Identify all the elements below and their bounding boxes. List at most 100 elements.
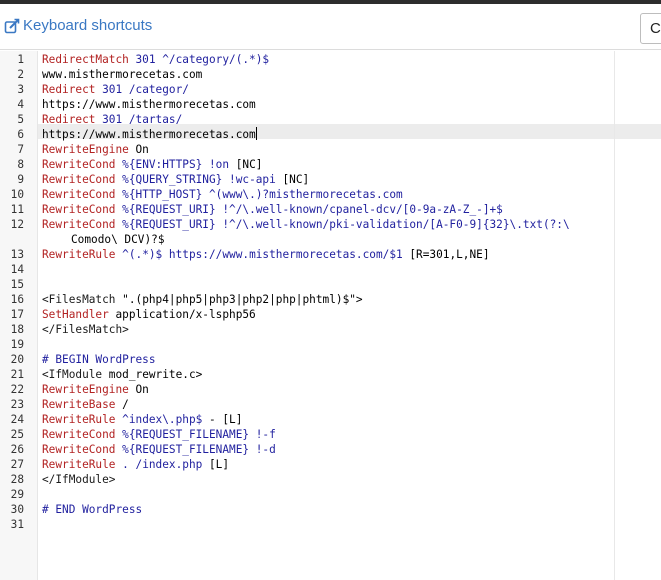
- line-number: 30: [10, 503, 24, 516]
- code-token: . /index.php: [115, 458, 203, 471]
- code-text[interactable]: RewriteEngine On: [42, 142, 612, 157]
- toolbar-right-button[interactable]: C: [640, 13, 661, 44]
- code-lines[interactable]: 1 RedirectMatch 301 ^/category/(.*)$ 2 www.…: [0, 52, 661, 532]
- code-token: RewriteCond: [42, 203, 116, 216]
- code-text[interactable]: RewriteRule ^index\.php$ - [L]: [42, 412, 612, 427]
- code-line[interactable]: 16 <FilesMatch ".(php4|php5|php3|php2|php…: [0, 292, 661, 307]
- code-token: Redirect: [42, 83, 96, 96]
- code-text[interactable]: # END WordPress: [42, 502, 612, 517]
- code-token: www.misthermorecetas.com: [42, 68, 203, 81]
- code-token: 301 ^/category/(.*)$: [128, 53, 270, 66]
- code-text[interactable]: <IfModule mod_rewrite.c>: [42, 367, 612, 382]
- code-text[interactable]: RewriteCond %{REQUEST_URI} !^/\.well-kno…: [42, 202, 612, 217]
- code-line[interactable]: 21 <IfModule mod_rewrite.c>: [0, 367, 661, 382]
- code-editor[interactable]: 1 RedirectMatch 301 ^/category/(.*)$ 2 www.…: [0, 51, 661, 580]
- code-line[interactable]: 19: [0, 337, 661, 352]
- line-number: 6: [17, 128, 24, 141]
- line-number: 11: [10, 203, 24, 216]
- code-token: <FilesMatch: [42, 293, 123, 306]
- code-line[interactable]: 14: [0, 262, 661, 277]
- code-line[interactable]: 6 https://www.misthermorecetas.com: [0, 127, 661, 142]
- code-text[interactable]: </FilesMatch>: [42, 322, 612, 337]
- code-token: %{REQUEST_URI} !^/\.well-known/pki-valid…: [115, 218, 570, 231]
- code-line[interactable]: 3 Redirect 301 /categor/: [0, 82, 661, 97]
- code-text[interactable]: RedirectMatch 301 ^/category/(.*)$: [42, 52, 612, 67]
- code-token: [R=301,L,NE]: [402, 248, 490, 261]
- line-number: 2: [17, 68, 24, 81]
- code-line[interactable]: 4 https://www.misthermorecetas.com: [0, 97, 661, 112]
- line-number: 13: [10, 248, 24, 261]
- code-text[interactable]: SetHandler application/x-lsphp56: [42, 307, 612, 322]
- code-token: RewriteRule: [42, 413, 116, 426]
- code-text[interactable]: # BEGIN WordPress: [42, 352, 612, 367]
- code-token: [NC]: [275, 173, 310, 186]
- code-line[interactable]: 20 # BEGIN WordPress: [0, 352, 661, 367]
- code-line[interactable]: 15: [0, 277, 661, 292]
- code-line[interactable]: 10 RewriteCond %{HTTP_HOST} ^(www\.)?mist…: [0, 187, 661, 202]
- code-line[interactable]: 31: [0, 517, 661, 532]
- code-token: mod_rewrite.c>: [108, 368, 203, 381]
- code-token: 301 /tartas/: [95, 113, 183, 126]
- code-token: %{QUERY_STRING} !wc-api: [115, 173, 276, 186]
- line-number: 27: [10, 458, 24, 471]
- code-token: </FilesMatch>: [42, 323, 129, 336]
- code-token: RewriteCond: [42, 158, 116, 171]
- code-token: On: [128, 143, 149, 156]
- code-text[interactable]: https://www.misthermorecetas.com: [42, 127, 612, 142]
- code-text[interactable]: RewriteRule ^(.*)$ https://www.misthermo…: [42, 247, 612, 262]
- code-line[interactable]: 24 RewriteRule ^index\.php$ - [L]: [0, 412, 661, 427]
- code-token: /: [115, 398, 129, 411]
- code-token: SetHandler: [42, 308, 109, 321]
- code-text[interactable]: RewriteBase /: [42, 397, 612, 412]
- line-number: 31: [10, 518, 24, 531]
- code-token: RewriteBase: [42, 398, 116, 411]
- code-text[interactable]: RewriteCond %{REQUEST_URI} !^/\.well-kno…: [42, 217, 612, 247]
- line-number: 10: [10, 188, 24, 201]
- code-line[interactable]: 13 RewriteRule ^(.*)$ https://www.misther…: [0, 247, 661, 262]
- code-line[interactable]: 23 RewriteBase /: [0, 397, 661, 412]
- code-line[interactable]: 25 RewriteCond %{REQUEST_FILENAME} !-f: [0, 427, 661, 442]
- code-token: RewriteCond: [42, 218, 116, 231]
- text-cursor: [255, 127, 257, 140]
- code-text[interactable]: <FilesMatch ".(php4|php5|php3|php2|php|p…: [42, 292, 612, 307]
- code-text[interactable]: </IfModule>: [42, 472, 612, 487]
- code-text[interactable]: RewriteCond %{HTTP_HOST} ^(www\.)?misthe…: [42, 187, 612, 202]
- code-line[interactable]: 27 RewriteRule . /index.php [L]: [0, 457, 661, 472]
- line-number: 9: [17, 173, 24, 186]
- code-text[interactable]: RewriteCond %{QUERY_STRING} !wc-api [NC]: [42, 172, 612, 187]
- code-text[interactable]: Redirect 301 /tartas/: [42, 112, 612, 127]
- code-text[interactable]: RewriteCond %{REQUEST_FILENAME} !-d: [42, 442, 612, 457]
- code-text[interactable]: https://www.misthermorecetas.com: [42, 97, 612, 112]
- line-number: 1: [17, 53, 24, 66]
- code-line[interactable]: 2 www.misthermorecetas.com: [0, 67, 661, 82]
- code-text[interactable]: RewriteCond %{ENV:HTTPS} !on [NC]: [42, 157, 612, 172]
- code-token: RewriteCond: [42, 188, 116, 201]
- code-text[interactable]: www.misthermorecetas.com: [42, 67, 612, 82]
- code-line[interactable]: 9 RewriteCond %{QUERY_STRING} !wc-api [NC…: [0, 172, 661, 187]
- code-line[interactable]: 5 Redirect 301 /tartas/: [0, 112, 661, 127]
- code-line[interactable]: 11 RewriteCond %{REQUEST_URI} !^/\.well-k…: [0, 202, 661, 217]
- code-line[interactable]: 8 RewriteCond %{ENV:HTTPS} !on [NC]: [0, 157, 661, 172]
- code-line[interactable]: 29: [0, 487, 661, 502]
- code-text[interactable]: RewriteRule . /index.php [L]: [42, 457, 612, 472]
- code-token: <IfModule: [42, 368, 109, 381]
- code-text[interactable]: RewriteCond %{REQUEST_FILENAME} !-f: [42, 427, 612, 442]
- code-line[interactable]: 22 RewriteEngine On: [0, 382, 661, 397]
- code-line[interactable]: 30 # END WordPress: [0, 502, 661, 517]
- code-line[interactable]: 12 RewriteCond %{REQUEST_URI} !^/\.well-k…: [0, 217, 661, 247]
- code-line[interactable]: 1 RedirectMatch 301 ^/category/(.*)$: [0, 52, 661, 67]
- code-line[interactable]: 18 </FilesMatch>: [0, 322, 661, 337]
- code-token: https://www.misthermorecetas.com: [42, 128, 256, 141]
- code-token: %{ENV:HTTPS} !on: [115, 158, 230, 171]
- line-number: 24: [10, 413, 24, 426]
- code-line[interactable]: 17 SetHandler application/x-lsphp56: [0, 307, 661, 322]
- code-token: %{REQUEST_FILENAME} !-d: [115, 443, 276, 456]
- keyboard-shortcuts-link[interactable]: Keyboard shortcuts: [4, 17, 152, 34]
- code-line[interactable]: 26 RewriteCond %{REQUEST_FILENAME} !-d: [0, 442, 661, 457]
- code-line[interactable]: 28 </IfModule>: [0, 472, 661, 487]
- code-text[interactable]: RewriteEngine On: [42, 382, 612, 397]
- code-text[interactable]: Redirect 301 /categor/: [42, 82, 612, 97]
- code-token: RewriteRule: [42, 248, 116, 261]
- code-line[interactable]: 7 RewriteEngine On: [0, 142, 661, 157]
- line-number: 28: [10, 473, 24, 486]
